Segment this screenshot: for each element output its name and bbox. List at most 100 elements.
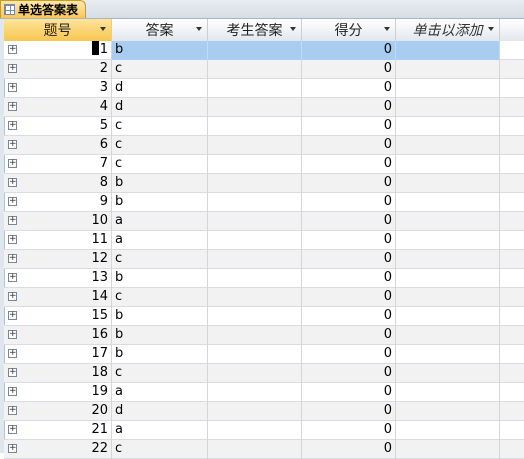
cell-answer[interactable]: b [112,193,208,212]
cell-new-column[interactable] [396,155,500,174]
cell-student-answer[interactable] [208,326,302,345]
cell-new-column[interactable] [396,60,500,79]
table-row[interactable]: +8 b 0 [4,174,524,193]
cell-student-answer[interactable] [208,212,302,231]
cell-question-no[interactable]: +20 [4,402,112,421]
cell-new-column[interactable] [396,231,500,250]
cell-new-column[interactable] [396,174,500,193]
cell-question-no[interactable]: +11 [4,231,112,250]
cell-question-no[interactable]: +7 [4,155,112,174]
cell-score[interactable]: 0 [302,155,396,174]
cell-answer[interactable]: b [112,269,208,288]
table-row[interactable]: +3 d 0 [4,79,524,98]
table-row[interactable]: +22 c 0 [4,440,524,459]
cell-answer[interactable]: d [112,79,208,98]
cell-answer[interactable]: c [112,288,208,307]
cell-answer[interactable]: d [112,402,208,421]
cell-student-answer[interactable] [208,174,302,193]
column-header-click-to-add[interactable]: 单击以添加 [396,19,500,41]
cell-answer[interactable]: a [112,231,208,250]
cell-new-column[interactable] [396,383,500,402]
expand-icon[interactable]: + [8,311,17,320]
cell-student-answer[interactable] [208,136,302,155]
cell-score[interactable]: 0 [302,269,396,288]
cell-score[interactable]: 0 [302,41,396,60]
cell-score[interactable]: 0 [302,60,396,79]
cell-score[interactable]: 0 [302,383,396,402]
cell-answer[interactable]: b [112,326,208,345]
cell-answer[interactable]: c [112,117,208,136]
expand-icon[interactable]: + [8,406,17,415]
cell-question-no[interactable]: +21 [4,421,112,440]
cell-answer[interactable]: c [112,364,208,383]
cell-score[interactable]: 0 [302,136,396,155]
cell-new-column[interactable] [396,440,500,459]
cell-question-no[interactable]: +9 [4,193,112,212]
cell-student-answer[interactable] [208,193,302,212]
cell-answer[interactable]: a [112,212,208,231]
cell-student-answer[interactable] [208,41,302,60]
cell-question-no[interactable]: +1 [4,41,112,60]
cell-answer[interactable]: c [112,440,208,459]
expand-icon[interactable]: + [8,235,17,244]
expand-icon[interactable]: + [8,292,17,301]
cell-new-column[interactable] [396,326,500,345]
expand-icon[interactable]: + [8,330,17,339]
cell-score[interactable]: 0 [302,307,396,326]
cell-student-answer[interactable] [208,155,302,174]
cell-new-column[interactable] [396,364,500,383]
cell-question-no[interactable]: +16 [4,326,112,345]
table-row[interactable]: +20 d 0 [4,402,524,421]
cell-student-answer[interactable] [208,364,302,383]
expand-icon[interactable]: + [8,444,17,453]
cell-answer[interactable]: a [112,383,208,402]
cell-student-answer[interactable] [208,440,302,459]
expand-icon[interactable]: + [8,45,17,54]
table-row[interactable]: +17 b 0 [4,345,524,364]
cell-student-answer[interactable] [208,79,302,98]
cell-student-answer[interactable] [208,98,302,117]
cell-new-column[interactable] [396,136,500,155]
cell-answer[interactable]: b [112,41,208,60]
table-row[interactable]: +9 b 0 [4,193,524,212]
cell-student-answer[interactable] [208,117,302,136]
cell-question-no[interactable]: +5 [4,117,112,136]
cell-question-no[interactable]: +2 [4,60,112,79]
expand-icon[interactable]: + [8,254,17,263]
cell-answer[interactable]: a [112,421,208,440]
cell-score[interactable]: 0 [302,326,396,345]
expand-icon[interactable]: + [8,178,17,187]
expand-icon[interactable]: + [8,102,17,111]
cell-question-no[interactable]: +19 [4,383,112,402]
column-header-answer[interactable]: 答案 [112,19,208,41]
cell-student-answer[interactable] [208,307,302,326]
cell-student-answer[interactable] [208,250,302,269]
cell-question-no[interactable]: +4 [4,98,112,117]
cell-question-no[interactable]: +10 [4,212,112,231]
table-row[interactable]: +5 c 0 [4,117,524,136]
expand-icon[interactable]: + [8,273,17,282]
table-row[interactable]: +18 c 0 [4,364,524,383]
cell-question-no[interactable]: +22 [4,440,112,459]
table-row[interactable]: +7 c 0 [4,155,524,174]
cell-score[interactable]: 0 [302,212,396,231]
cell-score[interactable]: 0 [302,98,396,117]
expand-icon[interactable]: + [8,121,17,130]
cell-question-no[interactable]: +15 [4,307,112,326]
cell-answer[interactable]: b [112,174,208,193]
cell-answer[interactable]: b [112,345,208,364]
cell-score[interactable]: 0 [302,345,396,364]
cell-answer[interactable]: c [112,250,208,269]
expand-icon[interactable]: + [8,159,17,168]
cell-score[interactable]: 0 [302,288,396,307]
cell-new-column[interactable] [396,345,500,364]
table-row[interactable]: +4 d 0 [4,98,524,117]
cell-new-column[interactable] [396,79,500,98]
expand-icon[interactable]: + [8,349,17,358]
cell-question-no[interactable]: +13 [4,269,112,288]
cell-score[interactable]: 0 [302,402,396,421]
table-row[interactable]: +13 b 0 [4,269,524,288]
cell-score[interactable]: 0 [302,364,396,383]
cell-new-column[interactable] [396,250,500,269]
cell-new-column[interactable] [396,402,500,421]
